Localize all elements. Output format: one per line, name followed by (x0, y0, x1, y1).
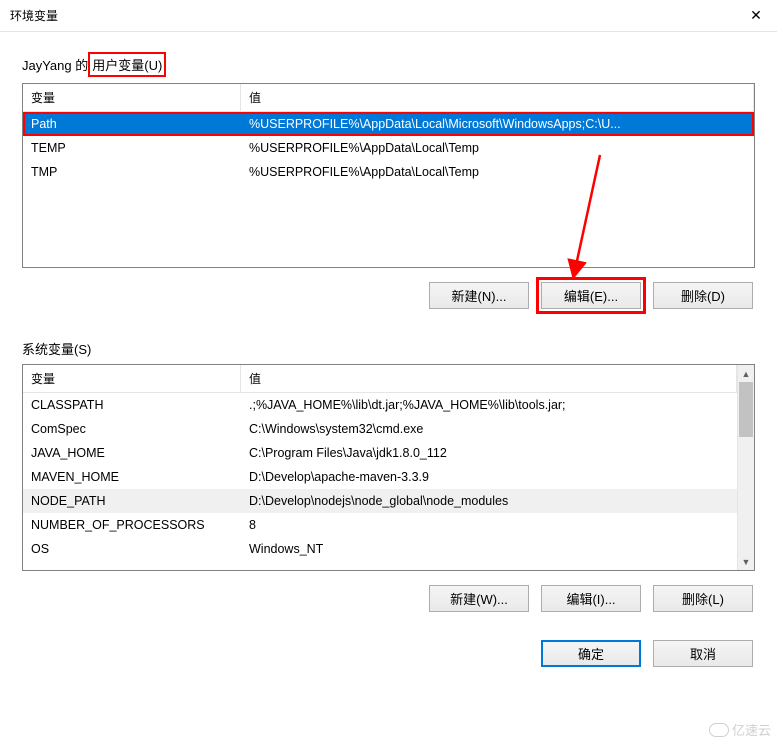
table-row[interactable]: OS Windows_NT (23, 537, 737, 561)
cell-var: OS (23, 539, 241, 559)
table-row[interactable]: ComSpec C:\Windows\system32\cmd.exe (23, 417, 737, 441)
scrollbar-up-icon[interactable]: ▲ (738, 365, 754, 382)
cell-val: C:\Program Files\Java\jdk1.8.0_112 (241, 443, 737, 463)
table-row[interactable]: Path %USERPROFILE%\AppData\Local\Microso… (23, 112, 754, 136)
cell-var: MAVEN_HOME (23, 467, 241, 487)
system-vars-label: 系统变量(S) (22, 339, 755, 358)
watermark: 亿速云 (709, 720, 771, 739)
table-row[interactable]: NODE_PATH D:\Develop\nodejs\node_global\… (23, 489, 737, 513)
table-row[interactable]: NUMBER_OF_PROCESSORS 8 (23, 513, 737, 537)
window-title: 环境变量 (10, 7, 58, 24)
cell-val: D:\Develop\apache-maven-3.3.9 (241, 467, 737, 487)
delete-user-var-button[interactable]: 删除(D) (653, 282, 753, 309)
user-buttons-row: 新建(N)... 编辑(E)... 删除(D) (22, 268, 755, 309)
col-header-var[interactable]: 变量 (23, 365, 241, 392)
col-header-var[interactable]: 变量 (23, 84, 241, 111)
cell-val: Windows_NT (241, 539, 737, 559)
delete-system-var-button[interactable]: 删除(L) (653, 585, 753, 612)
footer-buttons: 确定 取消 (0, 612, 777, 667)
table-row[interactable]: CLASSPATH .;%JAVA_HOME%\lib\dt.jar;%JAVA… (23, 393, 737, 417)
system-buttons-row: 新建(W)... 编辑(I)... 删除(L) (22, 571, 755, 612)
cell-var: NUMBER_OF_PROCESSORS (23, 515, 241, 535)
table-row[interactable]: TMP %USERPROFILE%\AppData\Local\Temp (23, 160, 754, 184)
system-vars-table[interactable]: 变量 值 CLASSPATH .;%JAVA_HOME%\lib\dt.jar;… (22, 364, 755, 571)
cell-var: TMP (23, 162, 241, 182)
user-vars-label: JayYang 的用户变量(U) (22, 52, 755, 77)
cell-val: C:\Windows\system32\cmd.exe (241, 419, 737, 439)
col-header-val[interactable]: 值 (241, 84, 754, 111)
scrollbar-thumb[interactable] (739, 382, 753, 437)
table-row[interactable]: JAVA_HOME C:\Program Files\Java\jdk1.8.0… (23, 441, 737, 465)
table-row[interactable]: MAVEN_HOME D:\Develop\apache-maven-3.3.9 (23, 465, 737, 489)
cancel-button[interactable]: 取消 (653, 640, 753, 667)
cell-val: .;%JAVA_HOME%\lib\dt.jar;%JAVA_HOME%\lib… (241, 395, 737, 415)
cell-var: TEMP (23, 138, 241, 158)
cell-val: %USERPROFILE%\AppData\Local\Microsoft\Wi… (241, 114, 754, 134)
user-vars-label-highlight: 用户变量(U) (88, 52, 166, 77)
edit-user-var-button[interactable]: 编辑(E)... (541, 282, 641, 309)
scrollbar-down-icon[interactable]: ▼ (738, 553, 754, 570)
cell-val: 8 (241, 515, 737, 535)
col-header-val[interactable]: 值 (241, 365, 737, 392)
cell-var: Path (23, 114, 241, 134)
cell-val: %USERPROFILE%\AppData\Local\Temp (241, 162, 754, 182)
close-icon[interactable]: ✕ (743, 3, 769, 29)
scrollbar[interactable]: ▲ ▼ (737, 365, 754, 570)
cell-var: JAVA_HOME (23, 443, 241, 463)
cell-var: CLASSPATH (23, 395, 241, 415)
ok-button[interactable]: 确定 (541, 640, 641, 667)
user-vars-table[interactable]: 变量 值 Path %USERPROFILE%\AppData\Local\Mi… (22, 83, 755, 268)
cell-val: %USERPROFILE%\AppData\Local\Temp (241, 138, 754, 158)
table-header: 变量 值 (23, 365, 737, 393)
new-user-var-button[interactable]: 新建(N)... (429, 282, 529, 309)
cell-var: NODE_PATH (23, 491, 241, 511)
cell-val: D:\Develop\nodejs\node_global\node_modul… (241, 491, 737, 511)
edit-system-var-button[interactable]: 编辑(I)... (541, 585, 641, 612)
table-header: 变量 值 (23, 84, 754, 112)
table-row[interactable]: TEMP %USERPROFILE%\AppData\Local\Temp (23, 136, 754, 160)
cell-var: ComSpec (23, 419, 241, 439)
new-system-var-button[interactable]: 新建(W)... (429, 585, 529, 612)
titlebar: 环境变量 ✕ (0, 0, 777, 32)
watermark-cloud-icon (709, 723, 729, 737)
